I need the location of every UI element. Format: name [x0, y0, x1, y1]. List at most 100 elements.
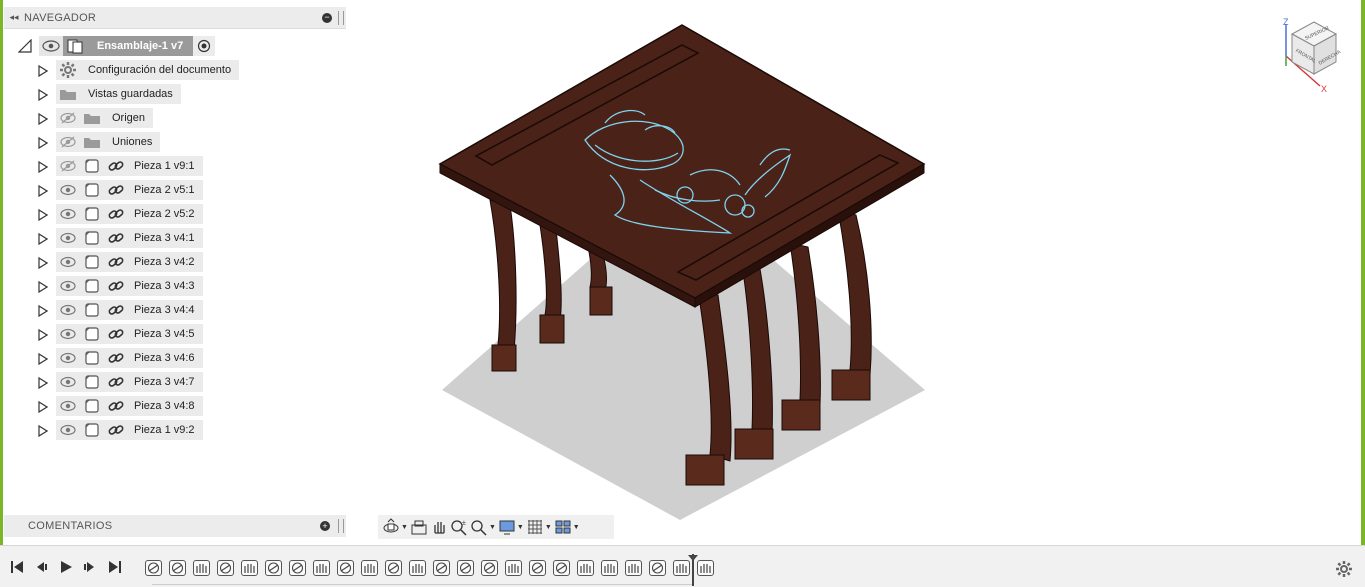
- step-back-button[interactable]: [32, 558, 50, 576]
- timeline-rigid-joint-icon[interactable]: [313, 560, 330, 576]
- tree-row[interactable]: Pieza 3 v4:5: [38, 323, 338, 345]
- eye-icon[interactable]: [56, 372, 80, 392]
- timeline-rigid-joint-icon[interactable]: [673, 560, 690, 576]
- eye-hidden-icon[interactable]: [56, 156, 80, 176]
- tree-item[interactable]: Pieza 3 v4:6: [56, 348, 203, 368]
- eye-icon[interactable]: [56, 276, 80, 296]
- expand-triangle-icon[interactable]: [38, 208, 49, 226]
- eye-icon[interactable]: [56, 228, 80, 248]
- timeline-joint-icon[interactable]: [649, 560, 666, 576]
- zoom-icon[interactable]: ±: [450, 517, 468, 537]
- eye-icon[interactable]: [56, 348, 80, 368]
- timeline-rigid-joint-icon[interactable]: [577, 560, 594, 576]
- tree-item[interactable]: Pieza 2 v5:2: [56, 204, 203, 224]
- timeline-rigid-joint-icon[interactable]: [625, 560, 642, 576]
- timeline-rigid-joint-icon[interactable]: [241, 560, 258, 576]
- expand-triangle-icon[interactable]: [38, 328, 49, 346]
- tree-item[interactable]: Pieza 2 v5:1: [56, 180, 203, 200]
- eye-hidden-icon[interactable]: [56, 132, 80, 152]
- expand-triangle-icon[interactable]: [38, 88, 49, 106]
- timeline-joint-icon[interactable]: [457, 560, 474, 576]
- tree-row[interactable]: Configuración del documento: [38, 59, 338, 81]
- tree-row[interactable]: Pieza 3 v4:4: [38, 299, 338, 321]
- expanded-triangle-icon[interactable]: [18, 39, 32, 53]
- tree-row[interactable]: Pieza 2 v5:2: [38, 203, 338, 225]
- eye-icon[interactable]: [56, 204, 80, 224]
- timeline-rigid-joint-icon[interactable]: [505, 560, 522, 576]
- go-to-end-button[interactable]: [106, 558, 124, 576]
- tree-row[interactable]: Pieza 3 v4:7: [38, 371, 338, 393]
- tree-row[interactable]: Pieza 1 v9:2: [38, 419, 338, 441]
- tree-item[interactable]: Pieza 1 v9:2: [56, 420, 203, 440]
- timeline-joint-icon[interactable]: [433, 560, 450, 576]
- tree-row[interactable]: Pieza 3 v4:2: [38, 251, 338, 273]
- timeline-settings-icon[interactable]: [1335, 560, 1353, 583]
- tree-root-row[interactable]: Ensamblaje-1 v7: [18, 35, 338, 57]
- timeline-marker[interactable]: [692, 554, 694, 586]
- expand-triangle-icon[interactable]: [38, 64, 49, 82]
- fit-icon[interactable]: ▼: [470, 517, 496, 537]
- tree-item[interactable]: Origen: [56, 108, 154, 128]
- tree-item[interactable]: Pieza 3 v4:1: [56, 228, 203, 248]
- panel-grip-icon[interactable]: [338, 10, 344, 25]
- tree-root-item[interactable]: Ensamblaje-1 v7: [39, 36, 216, 56]
- expand-triangle-icon[interactable]: [38, 232, 49, 250]
- tree-item[interactable]: Configuración del documento: [56, 60, 240, 80]
- display-icon[interactable]: ▼: [498, 517, 524, 537]
- timeline-joint-icon[interactable]: [481, 560, 498, 576]
- eye-hidden-icon[interactable]: [56, 108, 80, 128]
- look-at-icon[interactable]: [410, 517, 428, 537]
- expand-triangle-icon[interactable]: [38, 184, 49, 202]
- eye-icon[interactable]: [56, 420, 80, 440]
- tree-row[interactable]: Pieza 1 v9:1: [38, 155, 338, 177]
- tree-item[interactable]: Pieza 3 v4:4: [56, 300, 203, 320]
- tree-row[interactable]: Pieza 3 v4:8: [38, 395, 338, 417]
- timeline-joint-icon[interactable]: [529, 560, 546, 576]
- tree-row[interactable]: Vistas guardadas: [38, 83, 338, 105]
- tree-row[interactable]: Pieza 3 v4:3: [38, 275, 338, 297]
- eye-icon[interactable]: [56, 180, 80, 200]
- eye-icon[interactable]: [56, 396, 80, 416]
- expand-triangle-icon[interactable]: [38, 280, 49, 298]
- pan-icon[interactable]: [430, 517, 448, 537]
- tree-item[interactable]: Pieza 3 v4:5: [56, 324, 203, 344]
- tree-row[interactable]: Pieza 2 v5:1: [38, 179, 338, 201]
- root-component-chip[interactable]: Ensamblaje-1 v7: [63, 36, 194, 56]
- expand-triangle-icon[interactable]: [38, 304, 49, 322]
- expand-triangle-icon[interactable]: [38, 400, 49, 418]
- timeline-joint-icon[interactable]: [337, 560, 354, 576]
- activate-radio-icon[interactable]: [193, 36, 216, 56]
- tree-row[interactable]: Origen: [38, 107, 338, 129]
- eye-icon[interactable]: [39, 36, 63, 56]
- timeline-joint-icon[interactable]: [217, 560, 234, 576]
- play-button[interactable]: [57, 558, 75, 576]
- tree-item[interactable]: Pieza 3 v4:8: [56, 396, 203, 416]
- expand-triangle-icon[interactable]: [38, 112, 49, 130]
- grid-icon[interactable]: ▼: [526, 517, 552, 537]
- timeline-joint-icon[interactable]: [289, 560, 306, 576]
- timeline-joint-icon[interactable]: [553, 560, 570, 576]
- viewports-icon[interactable]: ▼: [554, 517, 580, 537]
- add-comment-button[interactable]: +: [320, 521, 330, 531]
- tree-item[interactable]: Pieza 3 v4:7: [56, 372, 203, 392]
- expand-triangle-icon[interactable]: [38, 376, 49, 394]
- expand-triangle-icon[interactable]: [38, 160, 49, 178]
- navigator-options-button[interactable]: −: [322, 12, 332, 23]
- expand-triangle-icon[interactable]: [38, 136, 49, 154]
- expand-triangle-icon[interactable]: [38, 424, 49, 442]
- tree-item[interactable]: Pieza 1 v9:1: [56, 156, 203, 176]
- timeline-joint-icon[interactable]: [265, 560, 282, 576]
- tree-item[interactable]: Vistas guardadas: [56, 84, 181, 104]
- timeline-joint-icon[interactable]: [385, 560, 402, 576]
- collapse-panel-icon[interactable]: ◂◂: [4, 12, 24, 23]
- timeline-joint-icon[interactable]: [145, 560, 162, 576]
- tree-item[interactable]: Pieza 3 v4:3: [56, 276, 203, 296]
- tree-row[interactable]: Uniones: [38, 131, 338, 153]
- viewcube[interactable]: Z X SUPERIOR FRONTAL DERECHA: [1276, 16, 1348, 94]
- expand-triangle-icon[interactable]: [38, 352, 49, 370]
- tree-item[interactable]: Uniones: [56, 132, 161, 152]
- tree-row[interactable]: Pieza 3 v4:1: [38, 227, 338, 249]
- go-to-start-button[interactable]: [8, 558, 26, 576]
- timeline-rigid-joint-icon[interactable]: [193, 560, 210, 576]
- timeline-rigid-joint-icon[interactable]: [361, 560, 378, 576]
